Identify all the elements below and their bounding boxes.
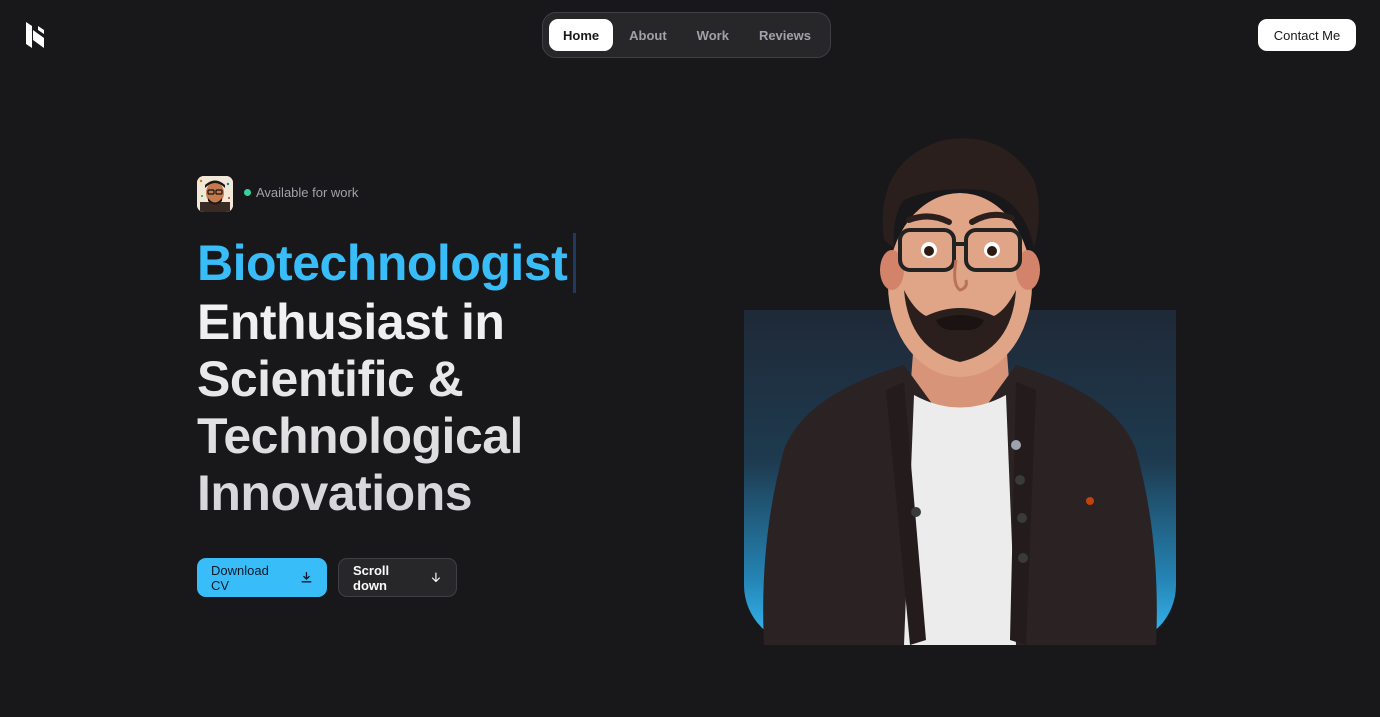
typing-cursor	[573, 233, 577, 293]
avatar-image	[197, 176, 233, 212]
hero-tagline: Enthusiast in Scientific & Technological…	[197, 294, 617, 522]
download-cv-label: Download CV	[211, 562, 269, 593]
arrow-down-icon	[432, 572, 441, 583]
scroll-down-label: Scroll down	[353, 562, 390, 593]
hero-headline: Biotechnologist Enthusiast in Scientific…	[197, 232, 657, 522]
download-icon	[301, 572, 312, 583]
nav-item-reviews[interactable]: Reviews	[745, 19, 825, 51]
role-text: Biotechnologist	[197, 235, 568, 291]
nav-item-home[interactable]: Home	[549, 19, 614, 51]
nav-item-work[interactable]: Work	[683, 19, 743, 51]
hero-actions: Download CV Scroll down	[197, 558, 457, 597]
hero-portrait	[744, 120, 1176, 645]
contact-button[interactable]: Contact Me	[1258, 19, 1356, 51]
brand-logo-icon[interactable]	[24, 20, 46, 50]
role-line: Biotechnologist	[197, 232, 657, 294]
portrait-image	[763, 138, 1157, 645]
scroll-down-button[interactable]: Scroll down	[338, 558, 457, 597]
availability-status: Available for work	[244, 185, 358, 200]
status-text: Available for work	[256, 185, 359, 200]
download-cv-button[interactable]: Download CV	[197, 558, 327, 597]
nav-item-about[interactable]: About	[615, 19, 681, 51]
main-nav: Home About Work Reviews	[542, 12, 831, 58]
avatar	[197, 176, 233, 212]
page: Home About Work Reviews Contact Me Avail…	[0, 0, 1380, 717]
status-dot-icon	[244, 189, 251, 196]
